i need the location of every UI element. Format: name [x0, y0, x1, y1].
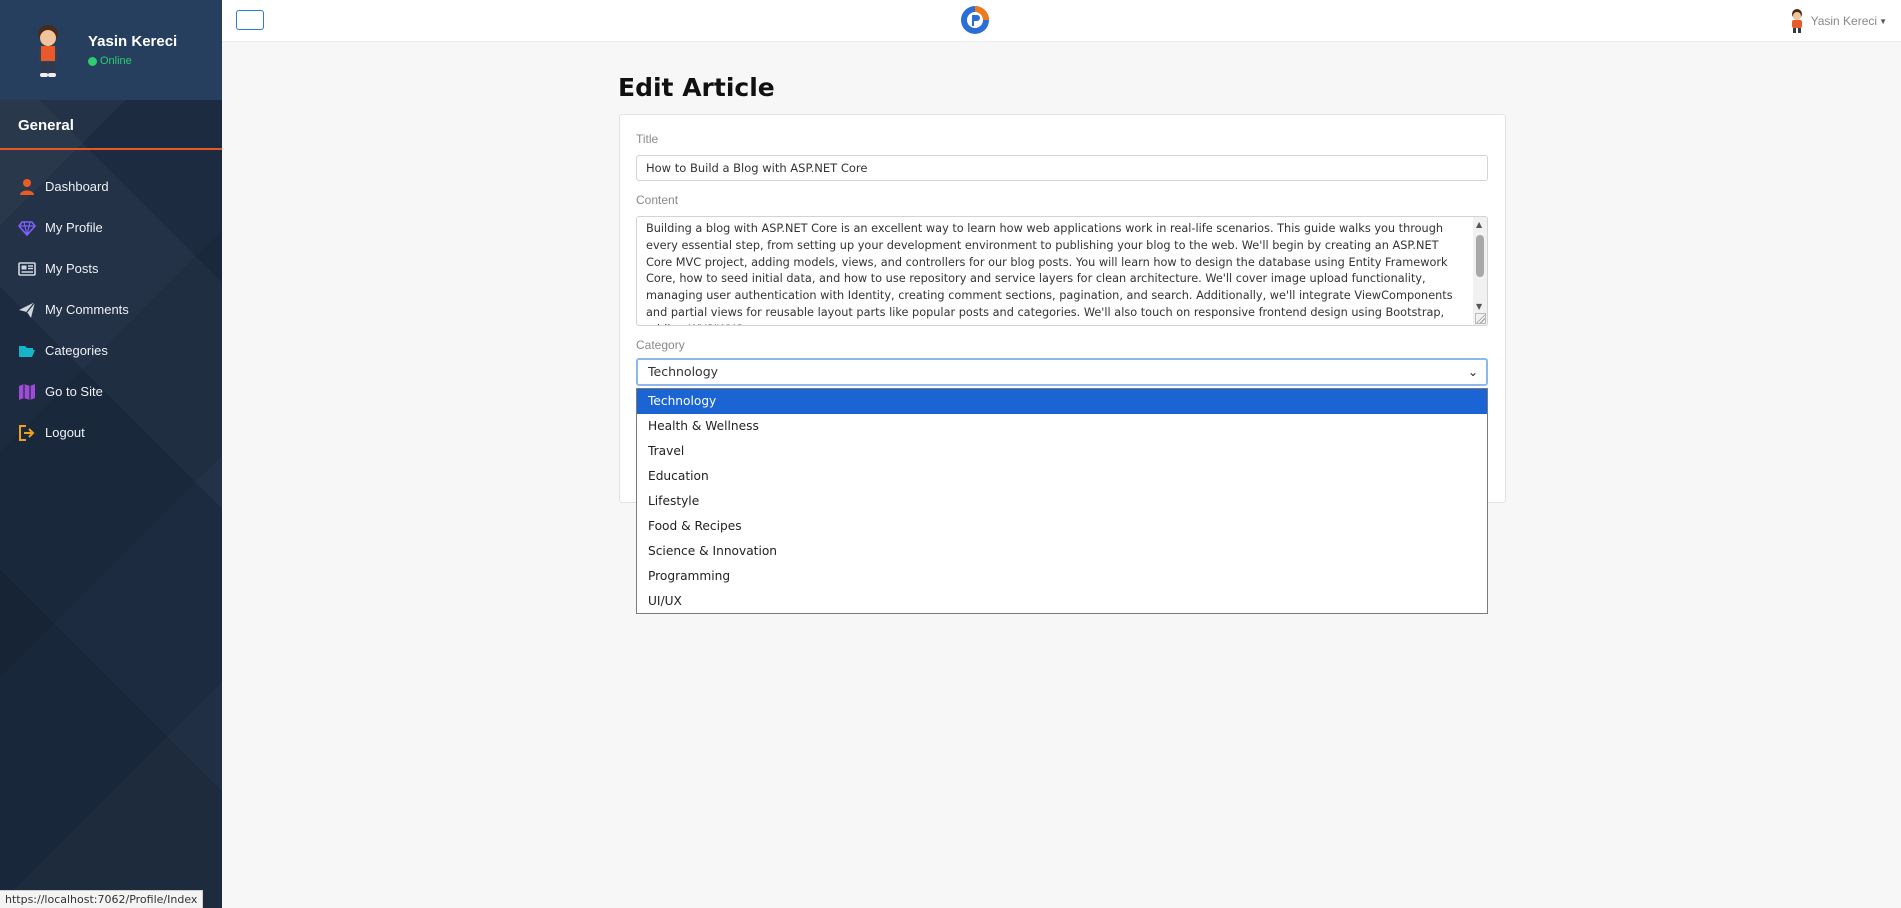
sidebar-item-label: Go to Site: [45, 384, 103, 399]
sidebar-item-logout[interactable]: Logout: [0, 412, 222, 453]
category-option[interactable]: Health & Wellness: [637, 414, 1487, 439]
map-icon: [19, 383, 35, 400]
status-bar-url: https://localhost:7062/Profile/Index: [0, 890, 204, 908]
sidebar-item-my-comments[interactable]: My Comments: [0, 289, 222, 330]
category-option[interactable]: Technology: [637, 389, 1487, 414]
sidebar: Yasin Kereci Online General Dashboard My…: [0, 0, 222, 908]
sidebar-nav: Dashboard My Profile My Posts My Comment…: [0, 166, 222, 453]
sidebar-item-categories[interactable]: Categories: [0, 330, 222, 371]
caret-down-icon: ▼: [1879, 16, 1887, 26]
page-title: Edit Article: [618, 73, 775, 102]
content-scrollbar[interactable]: ▲ ▼: [1473, 217, 1487, 325]
sidebar-item-label: Logout: [45, 425, 85, 440]
sidebar-item-label: My Comments: [45, 302, 129, 317]
user-menu-name: Yasin Kereci: [1810, 14, 1878, 28]
user-icon: [20, 178, 34, 195]
diamond-icon: [18, 220, 36, 236]
content-text: Building a blog with ASP.NET Core is an …: [646, 222, 1453, 325]
sidebar-section-title: General: [0, 100, 222, 150]
site-logo-icon[interactable]: [959, 4, 991, 36]
content-label: Content: [636, 193, 679, 207]
topbar: Yasin Kereci ▼: [222, 0, 1901, 42]
online-dot-icon: [88, 56, 97, 66]
category-select[interactable]: Technology ⌄: [636, 358, 1488, 386]
category-option[interactable]: UI/UX: [637, 589, 1487, 614]
sidebar-item-label: Categories: [45, 343, 108, 358]
avatar: [1791, 9, 1802, 33]
category-option[interactable]: Science & Innovation: [637, 539, 1487, 564]
profile-name: Yasin Kereci: [88, 33, 178, 50]
chevron-down-icon: ⌄: [1467, 365, 1478, 379]
status-badge: Online: [88, 55, 177, 67]
user-menu[interactable]: Yasin Kereci ▼: [1788, 8, 1887, 34]
sidebar-item-my-profile[interactable]: My Profile: [0, 207, 222, 248]
title-input[interactable]: How to Build a Blog with ASP.NET Core: [636, 155, 1488, 181]
status-text: Online: [100, 55, 132, 67]
title-label: Title: [636, 132, 659, 146]
category-option[interactable]: Education: [637, 464, 1487, 489]
sidebar-item-my-posts[interactable]: My Posts: [0, 248, 222, 289]
sidebar-profile: Yasin Kereci Online: [0, 0, 222, 100]
category-option[interactable]: Food & Recipes: [637, 514, 1487, 539]
category-dropdown: Technology Health & Wellness Travel Educ…: [636, 388, 1488, 614]
category-option[interactable]: Programming: [637, 564, 1487, 589]
sidebar-item-label: Dashboard: [45, 179, 109, 194]
paper-plane-icon: [19, 301, 36, 318]
scrollbar-thumb[interactable]: [1476, 235, 1484, 277]
scroll-up-icon[interactable]: ▲: [1476, 220, 1482, 229]
sidebar-toggle-button[interactable]: [236, 10, 264, 30]
sidebar-item-label: My Profile: [45, 220, 103, 235]
content-textarea[interactable]: Building a blog with ASP.NET Core is an …: [636, 216, 1488, 326]
category-selected-value: Technology: [648, 364, 719, 379]
sidebar-item-go-to-site[interactable]: Go to Site: [0, 371, 222, 412]
category-option[interactable]: Lifestyle: [637, 489, 1487, 514]
newspaper-icon: [18, 261, 36, 276]
sidebar-item-label: My Posts: [45, 261, 99, 276]
scroll-down-icon[interactable]: ▼: [1476, 302, 1482, 311]
category-option[interactable]: Travel: [637, 439, 1487, 464]
avatar: [38, 25, 58, 77]
category-label: Category: [636, 338, 685, 352]
folder-open-icon: [19, 345, 35, 357]
sidebar-item-dashboard[interactable]: Dashboard: [0, 166, 222, 207]
sign-out-icon: [19, 424, 35, 441]
resize-handle-icon[interactable]: [1475, 313, 1486, 324]
